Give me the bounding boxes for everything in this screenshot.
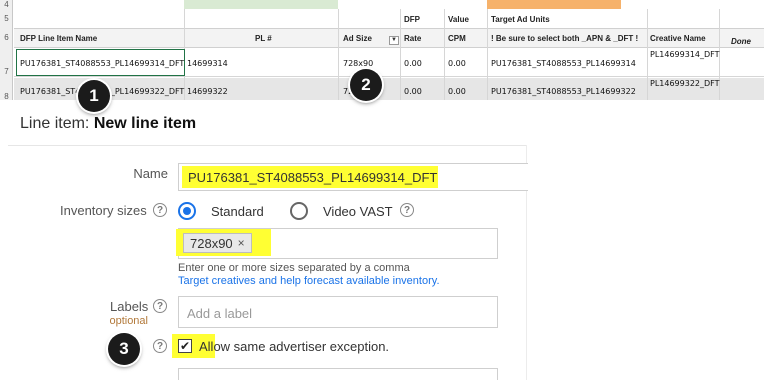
col-header-rate[interactable]: Rate [404,34,421,43]
row-number: 6 [4,33,9,42]
name-field-value[interactable]: PU176381_ST4088553_PL14699314_DFT [182,166,438,188]
labels-label: Labels [110,299,149,314]
inventory-sizes-label: Inventory sizes [60,203,147,218]
col-header-target-ad-units[interactable]: Target Ad Units [491,15,550,24]
help-icon[interactable]: ? [400,203,414,217]
step-badge-2: 2 [350,69,382,101]
filter-dropdown-icon[interactable]: ▼ [389,36,399,45]
standard-radio-label[interactable]: Standard [211,204,264,219]
cell-creative-name[interactable]: PL14699322_DFT [650,79,720,88]
row-number: 5 [4,14,9,23]
cell-rate[interactable]: 0.00 [404,59,422,68]
cell-rate[interactable]: 0.00 [404,87,422,96]
step-badge-3: 3 [108,333,140,365]
col-header-ad-size[interactable]: Ad Size [343,34,372,43]
col-header-dfp: DFP [404,15,420,24]
col-header-value: Value [448,15,469,24]
help-icon[interactable]: ? [153,203,167,217]
help-icon[interactable]: ? [153,339,167,353]
cell-target-ad-units[interactable]: PU176381_ST4088553_PL14699322 [491,87,636,96]
col-header-line-item-name[interactable]: DFP Line Item Name [20,34,97,43]
video-vast-radio-label[interactable]: Video VAST [323,204,393,219]
size-chip-label: 728x90 [190,235,233,251]
row-number: 7 [4,67,9,76]
cell-cpm[interactable]: 0.00 [448,59,466,68]
cell-target-ad-units[interactable]: PU176381_ST4088553_PL14699314 [491,59,636,68]
col-header-creative-name[interactable]: Creative Name [650,34,706,43]
next-field-edge [178,368,498,380]
remove-chip-icon[interactable]: × [238,236,245,250]
header-highlight-orange [487,0,621,9]
col-header-done[interactable]: Done [731,37,751,46]
cell-creative-name[interactable]: PL14699314_DFT [650,50,720,59]
cell-pl-num[interactable]: 14699322 [187,87,228,96]
labels-input[interactable]: Add a label [178,296,498,328]
col-header-target-note: ! Be sure to select both _APN & _DFT ! [491,34,639,43]
size-chip[interactable]: 728x90 × [183,233,252,253]
cell-cpm[interactable]: 0.00 [448,87,466,96]
row-number: 4 [4,0,9,9]
cell-pl-num[interactable]: 14699314 [187,59,228,68]
help-icon[interactable]: ? [153,299,167,313]
col-header-cpm[interactable]: CPM [448,34,466,43]
video-vast-radio[interactable] [290,202,308,220]
col-header-pl-num[interactable]: PL # [255,34,272,43]
page-title: Line item: New line item [20,115,196,133]
sizes-hint: Enter one or more sizes separated by a c… [178,262,410,274]
title-prefix: Line item: [20,115,94,132]
standard-radio[interactable] [178,202,196,220]
step-badge-1: 1 [78,80,110,112]
header-highlight-green [184,0,338,9]
same-advertiser-label[interactable]: Allow same advertiser exception. [199,339,389,354]
cell-line-item-name[interactable]: PU176381_ST4088553_PL14699314_DFT [20,59,184,68]
same-advertiser-checkbox[interactable]: ✔ [178,339,192,353]
title-value: New line item [93,115,197,132]
spreadsheet: 4 5 6 7 8 DFP Line Item Name PL # Ad Siz… [0,0,764,100]
sizes-help-link[interactable]: Target creatives and help forecast avail… [178,275,440,287]
title-divider [8,145,526,146]
row-number-column: 4 5 6 7 8 [0,0,13,100]
labels-optional: optional [109,315,148,327]
row-number: 8 [4,92,9,100]
cell-ad-size[interactable]: 728x90 [343,59,373,68]
name-label: Name [133,166,168,181]
